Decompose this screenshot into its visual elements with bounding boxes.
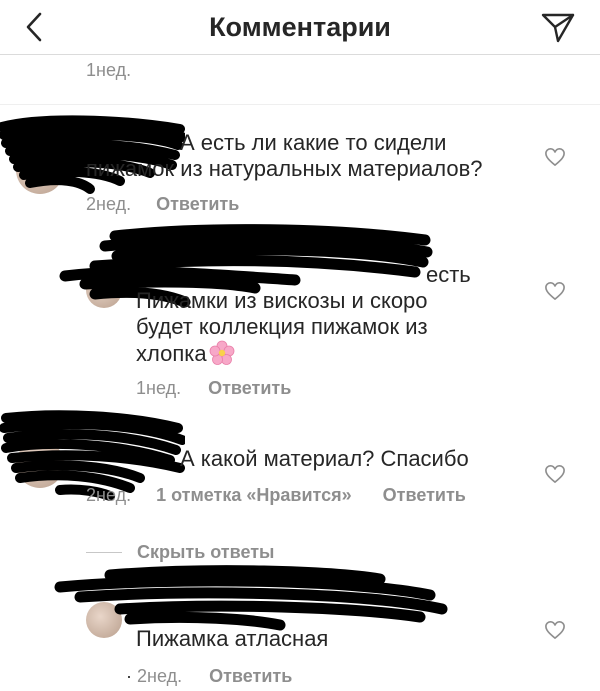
- avatar[interactable]: [86, 272, 122, 308]
- comment-timestamp: 2нед.: [137, 666, 183, 686]
- comment-text: А есть ли какие то сидели пижамок из нат…: [86, 130, 526, 182]
- reply-button[interactable]: Ответить: [156, 194, 239, 214]
- comment-text: Пижамка атласная: [136, 626, 329, 651]
- comment-timestamp: 2нед.: [86, 194, 132, 214]
- comment-line-text: хлопка: [136, 341, 207, 366]
- comment-timestamp: 2нед.: [86, 485, 132, 505]
- like-heart-icon[interactable]: [544, 281, 566, 301]
- comment-timestamp: 1нед.: [136, 378, 182, 398]
- avatar[interactable]: [16, 146, 64, 194]
- comment-line: есть: [426, 262, 471, 287]
- comment-line: хлопка: [136, 340, 526, 367]
- comment-text: А какой материал? Спасибо: [180, 446, 469, 471]
- comment-line: Пижамки из вискозы и скоро: [136, 288, 428, 313]
- reply-button[interactable]: Ответить: [383, 485, 466, 505]
- comment-meta: · 2нед. Ответить: [126, 666, 292, 687]
- comment-meta: 2нед. 1 отметка «Нравится» Ответить: [86, 485, 466, 506]
- avatar[interactable]: [16, 440, 64, 488]
- comment-meta: 1нед. Ответить: [136, 378, 291, 399]
- comment-text: есть Пижамки из вискозы и скоро будет ко…: [136, 262, 526, 367]
- like-heart-icon[interactable]: [544, 620, 566, 640]
- top-bar: Комментарии: [0, 0, 600, 55]
- likes-count[interactable]: 1 отметка «Нравится»: [156, 485, 352, 505]
- reply-button[interactable]: Ответить: [208, 378, 291, 398]
- comment-line: пижамок из натуральных материалов?: [86, 156, 483, 181]
- reply-button[interactable]: Ответить: [209, 666, 292, 686]
- comment-line: А есть ли какие то сидели: [180, 130, 447, 155]
- like-heart-icon[interactable]: [544, 464, 566, 484]
- divider: [0, 104, 600, 105]
- page-title: Комментарии: [209, 12, 391, 42]
- comment-line: будет коллекция пижамок из: [136, 314, 428, 339]
- hide-replies-button[interactable]: Скрыть ответы: [137, 542, 274, 563]
- comment-meta: 2нед. Ответить: [86, 194, 239, 215]
- avatar[interactable]: [86, 602, 122, 638]
- divider: [86, 552, 122, 553]
- bullet: ·: [126, 666, 132, 686]
- comment-timestamp: 1нед.: [86, 60, 132, 80]
- like-heart-icon[interactable]: [544, 147, 566, 167]
- cherry-blossom-icon: [209, 340, 234, 365]
- send-direct-icon[interactable]: [540, 10, 576, 44]
